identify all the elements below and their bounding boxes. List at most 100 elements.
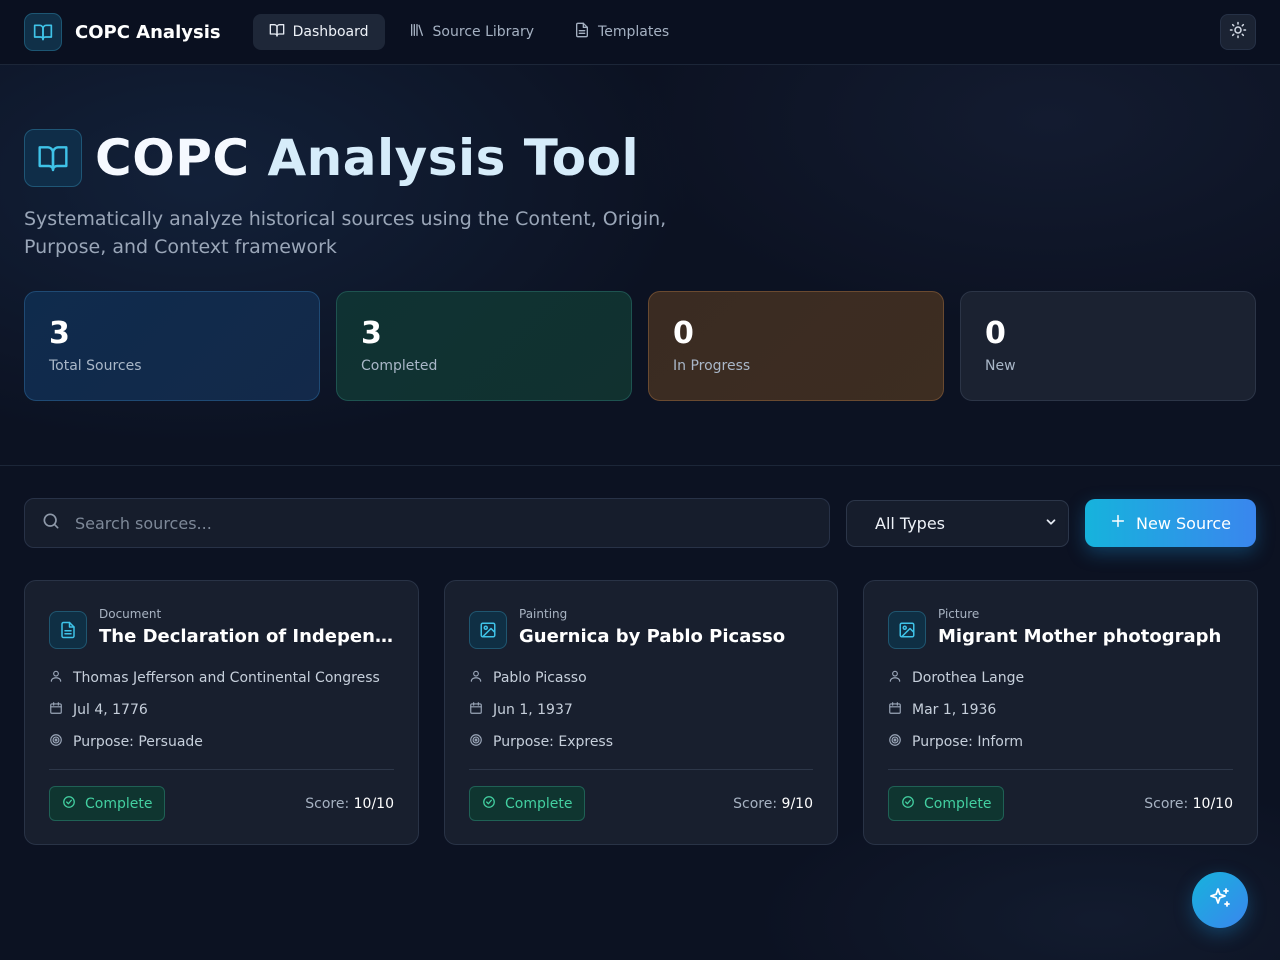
book-open-icon: [24, 129, 82, 187]
source-purpose: Purpose: Persuade: [73, 734, 203, 750]
score: Score: 10/10: [305, 796, 394, 812]
source-date: Jul 4, 1776: [73, 702, 148, 718]
stat-label: Completed: [361, 358, 438, 374]
page-title-part2: Analysis Tool: [267, 129, 640, 187]
author-row: Thomas Jefferson and Continental Congres…: [49, 669, 394, 687]
theme-toggle-button[interactable]: [1220, 14, 1256, 50]
status-badge: Complete: [49, 786, 166, 821]
author-row: Pablo Picasso: [469, 669, 813, 687]
search-icon: [41, 511, 61, 535]
stat-card-in-progress: 0 In Progress: [648, 291, 944, 401]
image-icon: [888, 611, 926, 649]
nav-item-label: Dashboard: [292, 24, 369, 40]
card-meta: Dorothea Lange Mar 1, 1936 Purpose: Info…: [888, 669, 1233, 751]
source-card[interactable]: Painting Guernica by Pablo Picasso Pablo…: [444, 580, 838, 845]
type-filter-select[interactable]: All Types: [846, 500, 1069, 547]
new-source-button[interactable]: New Source: [1085, 499, 1256, 547]
target-icon: [49, 733, 63, 751]
source-type: Document: [99, 607, 162, 621]
stat-label: New: [985, 358, 1016, 374]
stat-label: In Progress: [673, 358, 751, 374]
stat-card-new: 0 New: [960, 291, 1256, 401]
author-row: Dorothea Lange: [888, 669, 1233, 687]
hero-section: COPC Analysis Tool Systematically analyz…: [24, 129, 1256, 261]
user-icon: [888, 669, 902, 687]
source-card[interactable]: Document The Declaration of Independence…: [24, 580, 419, 845]
book-open-icon: [269, 22, 285, 42]
card-meta: Thomas Jefferson and Continental Congres…: [49, 669, 394, 751]
card-header: Document The Declaration of Independence: [49, 605, 394, 649]
score: Score: 9/10: [733, 796, 813, 812]
date-row: Jun 1, 1937: [469, 701, 813, 719]
source-title[interactable]: Migrant Mother photograph: [938, 626, 1233, 647]
brand[interactable]: COPC Analysis: [24, 13, 221, 51]
nav-item-templates[interactable]: Templates: [558, 14, 685, 50]
card-header: Picture Migrant Mother photograph: [888, 605, 1233, 649]
date-row: Jul 4, 1776: [49, 701, 394, 719]
page-title: COPC Analysis Tool: [95, 129, 639, 187]
stat-value: 0: [985, 316, 1006, 351]
calendar-icon: [469, 701, 483, 719]
source-title[interactable]: The Declaration of Independence: [99, 626, 394, 647]
source-author: Dorothea Lange: [912, 670, 1025, 686]
score-value: 10/10: [1192, 796, 1233, 812]
nav-item-label: Source Library: [432, 24, 535, 40]
source-card[interactable]: Picture Migrant Mother photograph Doroth…: [863, 580, 1258, 845]
library-icon: [409, 22, 425, 42]
source-type: Painting: [519, 607, 568, 621]
section-divider: [0, 465, 1280, 466]
book-open-icon: [24, 13, 62, 51]
check-circle-icon: [482, 795, 496, 813]
type-filter-value: All Types: [875, 514, 946, 533]
user-icon: [49, 669, 63, 687]
purpose-row: Purpose: Inform: [888, 733, 1233, 751]
source-purpose: Purpose: Express: [493, 734, 614, 750]
source-date: Mar 1, 1936: [912, 702, 997, 718]
stat-value: 0: [673, 316, 694, 351]
stat-card-total: 3 Total Sources: [24, 291, 320, 401]
score-value: 9/10: [781, 796, 813, 812]
source-card-grid: Document The Declaration of Independence…: [24, 580, 1258, 845]
card-meta: Pablo Picasso Jun 1, 1937 Purpose: Expre…: [469, 669, 813, 751]
search-input[interactable]: [75, 513, 775, 533]
status-badge: Complete: [469, 786, 586, 821]
stat-label: Total Sources: [49, 358, 142, 374]
search-box: [24, 498, 830, 548]
ai-assistant-button[interactable]: [1192, 872, 1248, 928]
nav-item-dashboard[interactable]: Dashboard: [252, 14, 385, 50]
date-row: Mar 1, 1936: [888, 701, 1233, 719]
source-title[interactable]: Guernica by Pablo Picasso: [519, 626, 814, 647]
nav-item-source-library[interactable]: Source Library: [393, 14, 551, 50]
target-icon: [888, 733, 902, 751]
score-value: 10/10: [353, 796, 394, 812]
stat-card-completed: 3 Completed: [336, 291, 632, 401]
card-heading: Painting Guernica by Pablo Picasso: [519, 605, 814, 647]
purpose-row: Purpose: Persuade: [49, 733, 394, 751]
purpose-row: Purpose: Express: [469, 733, 813, 751]
target-icon: [469, 733, 483, 751]
card-divider: [49, 769, 394, 770]
card-header: Painting Guernica by Pablo Picasso: [469, 605, 813, 649]
top-nav-bar: COPC Analysis Dashboard Source Library T…: [0, 0, 1280, 65]
source-purpose: Purpose: Inform: [912, 734, 1023, 750]
score-label: Score:: [305, 796, 350, 812]
stats-row: 3 Total Sources 3 Completed 0 In Progres…: [24, 291, 1256, 401]
card-divider: [469, 769, 813, 770]
calendar-icon: [888, 701, 902, 719]
page-title-part1: COPC: [95, 129, 250, 187]
card-heading: Picture Migrant Mother photograph: [938, 605, 1233, 647]
check-circle-icon: [62, 795, 76, 813]
status-label: Complete: [85, 795, 153, 812]
card-heading: Document The Declaration of Independence: [99, 605, 394, 647]
source-date: Jun 1, 1937: [493, 702, 573, 718]
card-divider: [888, 769, 1233, 770]
check-circle-icon: [901, 795, 915, 813]
user-icon: [469, 669, 483, 687]
sparkles-icon: [1208, 886, 1232, 914]
stat-value: 3: [361, 316, 382, 351]
file-text-icon: [574, 22, 590, 42]
new-source-label: New Source: [1136, 513, 1231, 533]
nav-item-label: Templates: [598, 24, 670, 40]
source-type: Picture: [938, 607, 980, 621]
hero-title-row: COPC Analysis Tool: [24, 129, 1256, 187]
